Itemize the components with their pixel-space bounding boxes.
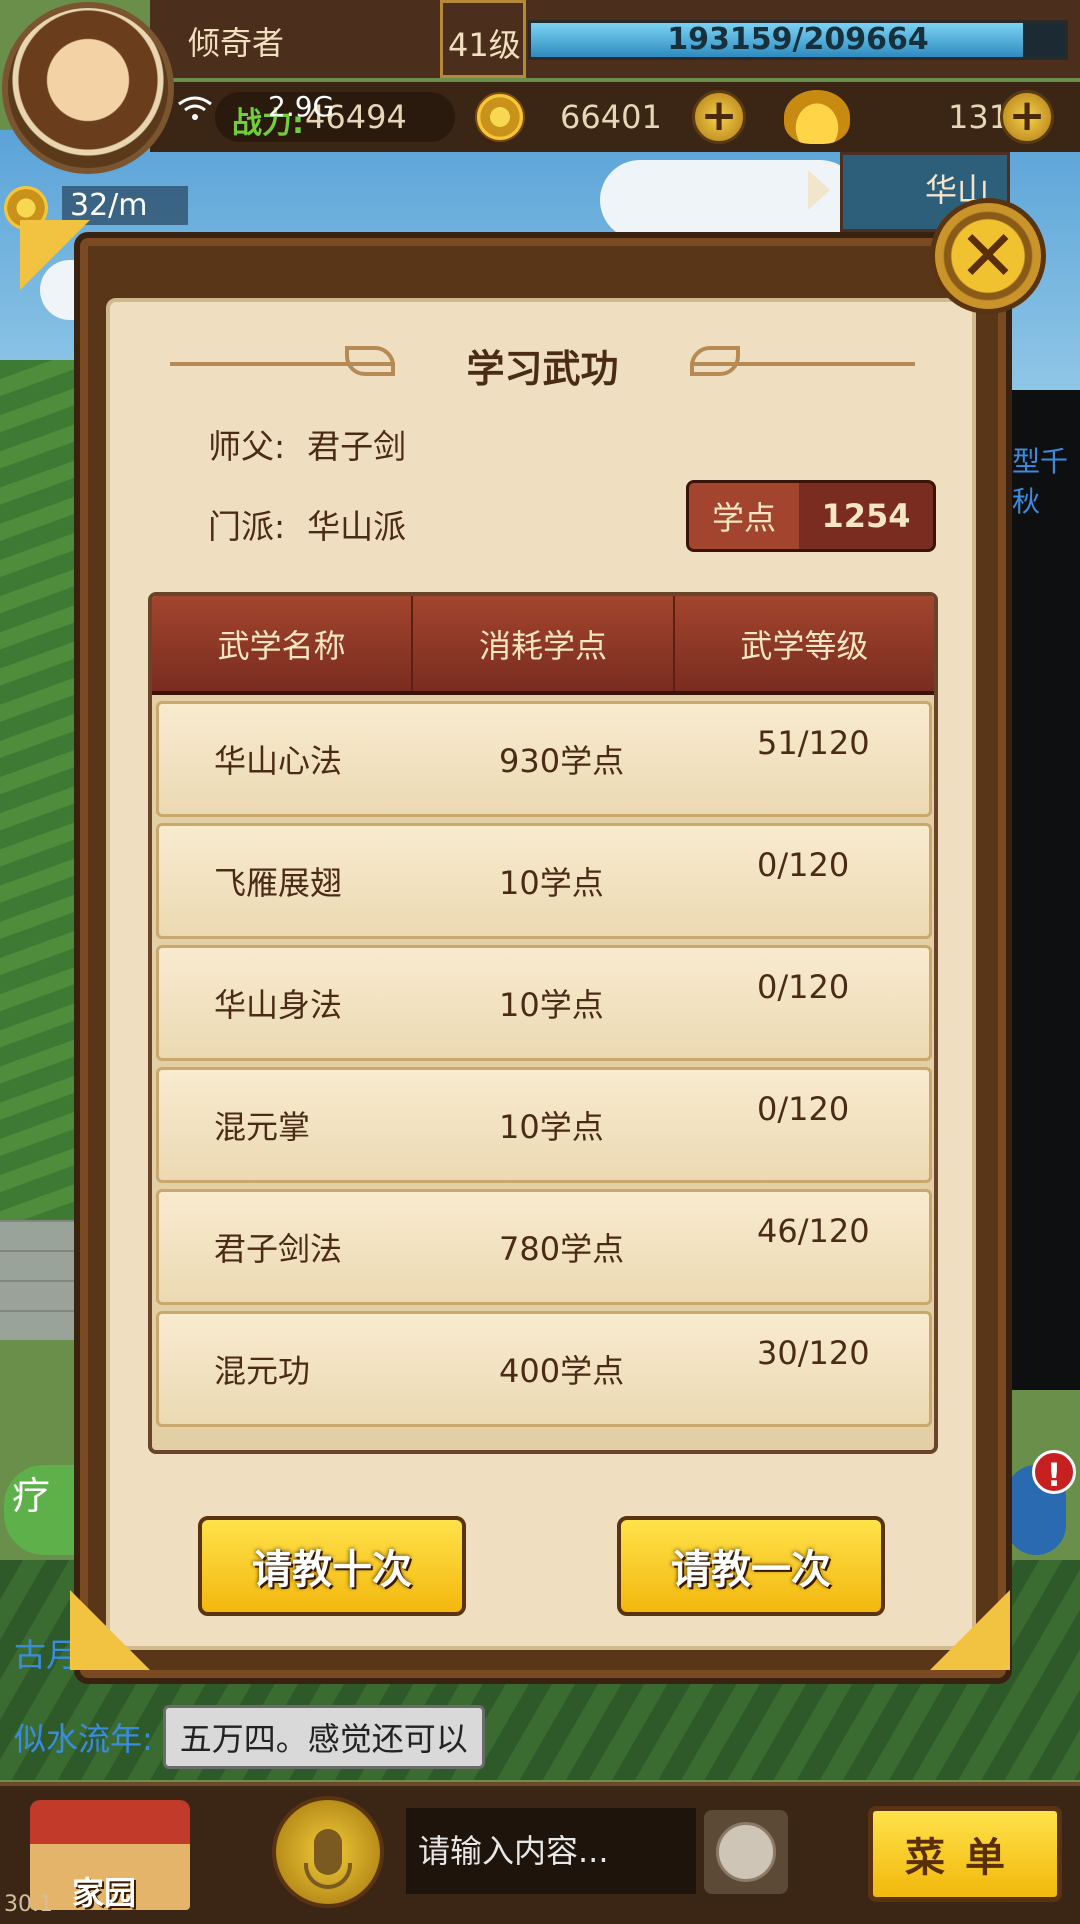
microphone-icon [304,1829,352,1889]
voice-button[interactable] [272,1796,384,1908]
heal-button[interactable]: 疗 [4,1465,74,1555]
chat-input[interactable] [406,1808,696,1894]
skill-name: 华山身法 [214,986,343,1024]
player-avatar[interactable] [2,2,174,174]
chat-speaker[interactable]: 似水流年: [14,1714,153,1760]
right-shadow-area [1000,390,1080,1390]
master-info: 师父: 君子剑 [208,420,406,468]
skill-cost: 930学点 [499,742,625,780]
master-key: 师父: [208,427,286,466]
alert-icon: ! [1032,1450,1076,1494]
version-label: 30.1 [4,1892,53,1917]
skill-level: 0/120 [757,1090,850,1128]
skill-name: 华山心法 [214,742,343,780]
column-header-cost: 消耗学点 [413,596,675,691]
sect-key: 门派: [208,507,286,546]
table-row[interactable]: 华山身法 10学点 0/120 [156,945,932,1061]
add-gold-button[interactable]: + [692,90,746,144]
map-expand-arrow-icon[interactable] [808,170,830,210]
side-player-link[interactable]: 型千秋 [1012,440,1080,520]
ingot-icon [784,90,850,144]
chat-bubble: 五万四。感觉还可以 [162,1705,485,1769]
column-header-level: 武学等级 [740,626,869,665]
skill-cost: 780学点 [499,1230,625,1268]
skill-level: 0/120 [757,846,850,884]
swirl-ornament [690,346,740,376]
skill-name: 混元功 [214,1352,311,1390]
skills-table: 武学名称 消耗学点 武学等级 华山心法 930学点 51/120 飞雁展翅 10… [148,592,938,1454]
menu-button[interactable]: 菜单 [868,1806,1062,1902]
learn-points-label: 学点 [689,483,799,549]
network-speed: 2.9G [268,90,335,123]
corner-ornament [70,1590,150,1670]
home-label: 家园 [72,1874,137,1912]
emoji-icon [716,1822,776,1882]
chat-previous-speaker[interactable]: 古月 [14,1630,78,1676]
skill-name: 飞雁展翅 [214,864,343,902]
skill-cost: 10学点 [499,1108,604,1146]
heal-label: 疗 [12,1474,51,1518]
skill-name: 君子剑法 [214,1230,343,1268]
sect-info: 门派: 华山派 [208,500,406,548]
table-row[interactable]: 飞雁展翅 10学点 0/120 [156,823,932,939]
skill-name: 混元掌 [214,1108,311,1146]
gold-value: 66401 [560,98,662,136]
add-ingot-button[interactable]: + [1000,90,1054,144]
column-header-name: 武学名称 [152,596,414,691]
title-divider [690,362,915,366]
skill-level: 51/120 [757,724,870,762]
top-hud: 倾奇者 41级 193159/209664 战力: 46494 2.9G 664… [0,0,1080,232]
skill-level: 30/120 [757,1334,870,1372]
sect-value: 华山派 [307,507,407,546]
master-value: 君子剑 [307,427,407,466]
corner-ornament [930,1590,1010,1670]
table-row[interactable]: 君子剑法 780学点 46/120 [156,1189,932,1305]
corner-ornament [20,220,90,290]
table-row[interactable]: 华山心法 930学点 51/120 [156,701,932,817]
close-icon: ✕ [958,215,1018,297]
xp-bar: 193159/209664 [528,20,1068,60]
wifi-icon [178,96,212,120]
table-body[interactable]: 华山心法 930学点 51/120 飞雁展翅 10学点 0/120 华山身法 1… [156,701,932,1433]
close-button[interactable]: ✕ [930,198,1046,314]
learn-points-value: 1254 [821,497,911,535]
skill-cost: 10学点 [499,864,604,902]
skill-cost: 10学点 [499,986,604,1024]
dialog-title-row: 学习武功 [170,330,915,391]
skill-level: 46/120 [757,1212,870,1250]
coin-icon [475,92,525,142]
learn-once-button[interactable]: 请教一次 [617,1516,885,1616]
learn-points-box: 学点 1254 [686,480,936,552]
emoji-button[interactable] [704,1810,788,1894]
learn-ten-times-button[interactable]: 请教十次 [198,1516,466,1616]
skill-level: 0/120 [757,968,850,1006]
table-row[interactable]: 混元功 400学点 30/120 [156,1311,932,1427]
skill-cost: 400学点 [499,1352,625,1390]
xp-text: 193159/209664 [667,22,929,57]
chat-message-row: 似水流年: 五万四。感觉还可以 [14,1705,485,1769]
player-level: 41级 [448,26,521,64]
player-name: 倾奇者 [188,24,285,62]
table-row[interactable]: 混元掌 10学点 0/120 [156,1067,932,1183]
table-header: 武学名称 消耗学点 武学等级 [152,596,934,695]
